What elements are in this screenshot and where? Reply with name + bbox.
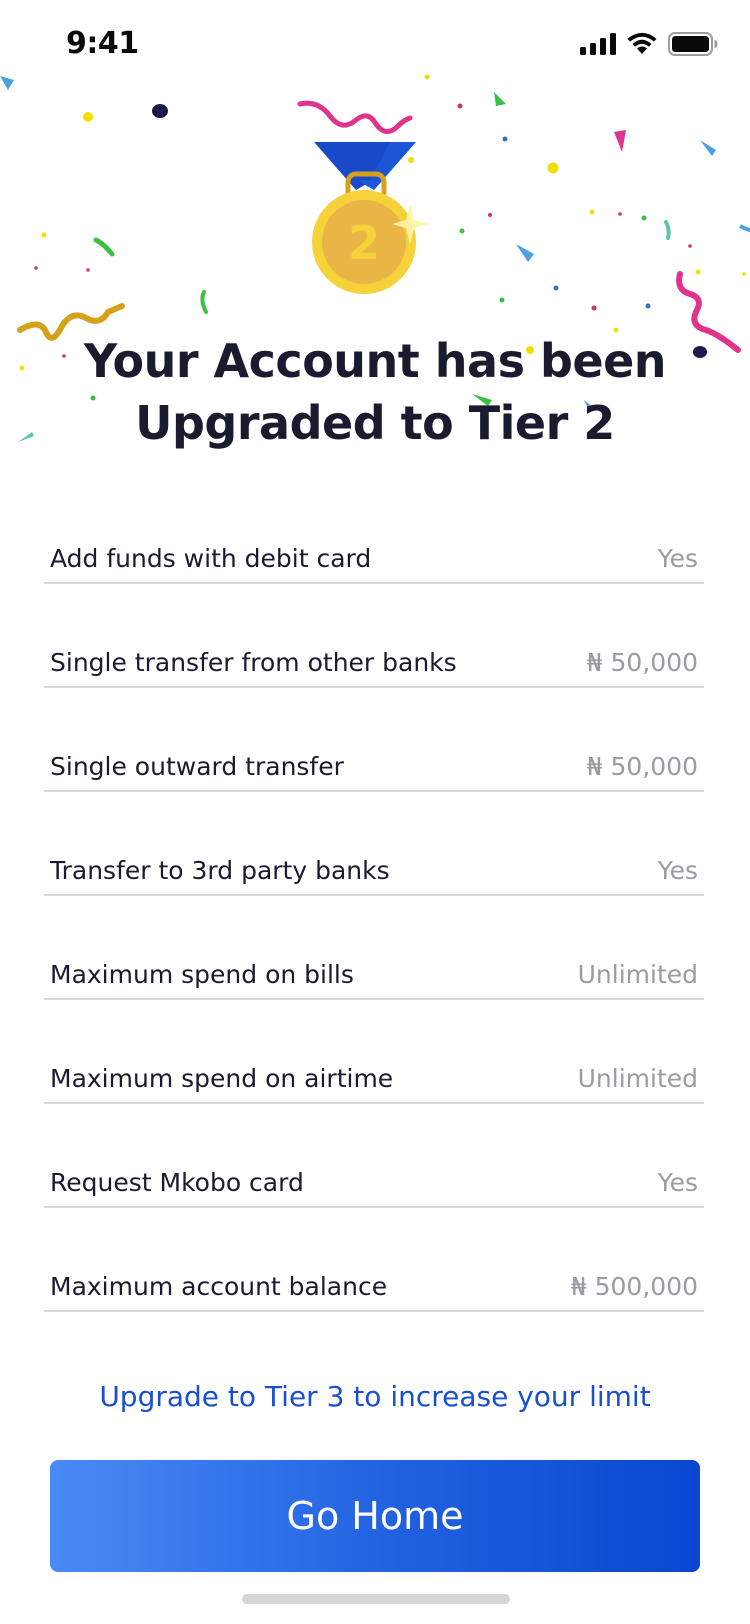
divider	[44, 582, 704, 584]
divider	[44, 1102, 704, 1104]
divider	[44, 998, 704, 1000]
limit-label: Transfer to 3rd party banks	[50, 856, 390, 885]
limit-row: Transfer to 3rd party banks Yes	[44, 816, 704, 920]
tier-limits-list: Add funds with debit card Yes Single tra…	[44, 504, 704, 1336]
limit-value: ₦ 500,000	[570, 1272, 698, 1301]
limit-row: Maximum spend on bills Unlimited	[44, 920, 704, 1024]
status-icons	[580, 32, 718, 56]
battery-icon	[668, 32, 718, 56]
limit-label: Maximum spend on bills	[50, 960, 354, 989]
medal-icon: 2	[312, 142, 428, 294]
upgrade-tier-3-link[interactable]: Upgrade to Tier 3 to increase your limit	[0, 1380, 750, 1413]
limit-row: Maximum spend on airtime Unlimited	[44, 1024, 704, 1128]
limit-value: Unlimited	[577, 1064, 698, 1093]
home-indicator[interactable]	[242, 1594, 510, 1604]
divider	[44, 686, 704, 688]
limit-row: Single transfer from other banks ₦ 50,00…	[44, 608, 704, 712]
limit-value: Yes	[657, 1168, 698, 1197]
limit-value: Yes	[657, 544, 698, 573]
limit-label: Single transfer from other banks	[50, 648, 457, 677]
limit-label: Maximum account balance	[50, 1272, 388, 1301]
cellular-signal-icon	[580, 33, 616, 55]
wifi-icon	[627, 32, 657, 54]
limit-value: ₦ 50,000	[586, 752, 698, 781]
limit-value: ₦ 50,000	[586, 648, 698, 677]
limit-value: Yes	[657, 856, 698, 885]
page-title-line-2: Upgraded to Tier 2	[135, 396, 615, 450]
limit-label: Maximum spend on airtime	[50, 1064, 394, 1093]
limit-row: Maximum account balance ₦ 500,000	[44, 1232, 704, 1336]
limit-label: Request Mkobo card	[50, 1168, 304, 1197]
page-title: Your Account has been Upgraded to Tier 2	[0, 330, 750, 454]
divider	[44, 1310, 704, 1312]
limit-value: Unlimited	[577, 960, 698, 989]
limit-label: Add funds with debit card	[50, 544, 372, 573]
go-home-button[interactable]: Go Home	[50, 1460, 700, 1572]
status-time: 9:41	[66, 26, 139, 61]
divider	[44, 894, 704, 896]
page-title-line-1: Your Account has been	[83, 334, 667, 388]
limit-label: Single outward transfer	[50, 752, 344, 781]
limit-row: Request Mkobo card Yes	[44, 1128, 704, 1232]
divider	[44, 1206, 704, 1208]
medal-number: 2	[348, 216, 380, 270]
limit-row: Single outward transfer ₦ 50,000	[44, 712, 704, 816]
limit-row: Add funds with debit card Yes	[44, 504, 704, 608]
divider	[44, 790, 704, 792]
